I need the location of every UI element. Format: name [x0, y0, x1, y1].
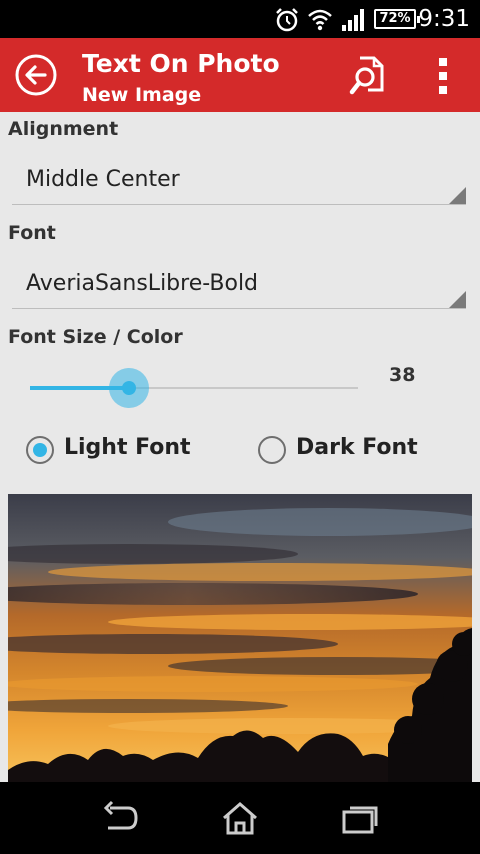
radio-circle [258, 436, 286, 464]
back-icon[interactable] [98, 800, 142, 836]
radio-circle [26, 436, 54, 464]
dropdown-arrow-icon [449, 187, 466, 204]
radio-checked-dot [33, 443, 47, 457]
slider-thumb[interactable] [122, 381, 136, 395]
font-size-slider[interactable] [30, 362, 360, 408]
clock: 9:31 [418, 6, 470, 32]
navigation-bar [0, 782, 480, 854]
font-label: Font [8, 222, 56, 244]
search-file-icon[interactable] [348, 54, 388, 98]
recent-apps-icon[interactable] [340, 800, 384, 836]
status-bar: 72% 9:31 [0, 0, 480, 38]
font-value: AveriaSansLibre-Bold [26, 271, 259, 296]
font-size-label: Font Size / Color [8, 326, 183, 348]
font-spinner[interactable]: AveriaSansLibre-Bold [12, 259, 466, 309]
dark-font-label: Dark Font [296, 435, 418, 460]
home-icon[interactable] [218, 800, 262, 836]
back-arrow-icon[interactable] [14, 53, 58, 97]
screen-subtitle: New Image [82, 84, 202, 106]
signal-icon [342, 9, 364, 31]
alignment-value: Middle Center [26, 167, 180, 192]
alarm-icon [276, 8, 298, 32]
light-font-label: Light Font [64, 435, 191, 460]
app-title: Text On Photo [82, 49, 280, 78]
alignment-spinner[interactable]: Middle Center [12, 155, 466, 205]
battery-icon: 72% [374, 9, 420, 29]
alignment-label: Alignment [8, 118, 119, 140]
wifi-icon [308, 9, 332, 31]
photo-preview[interactable] [8, 494, 472, 782]
overflow-menu-icon[interactable] [430, 56, 456, 96]
font-size-value: 38 [389, 364, 416, 386]
dropdown-arrow-icon [449, 291, 466, 308]
action-bar: Text On Photo New Image [0, 38, 480, 112]
